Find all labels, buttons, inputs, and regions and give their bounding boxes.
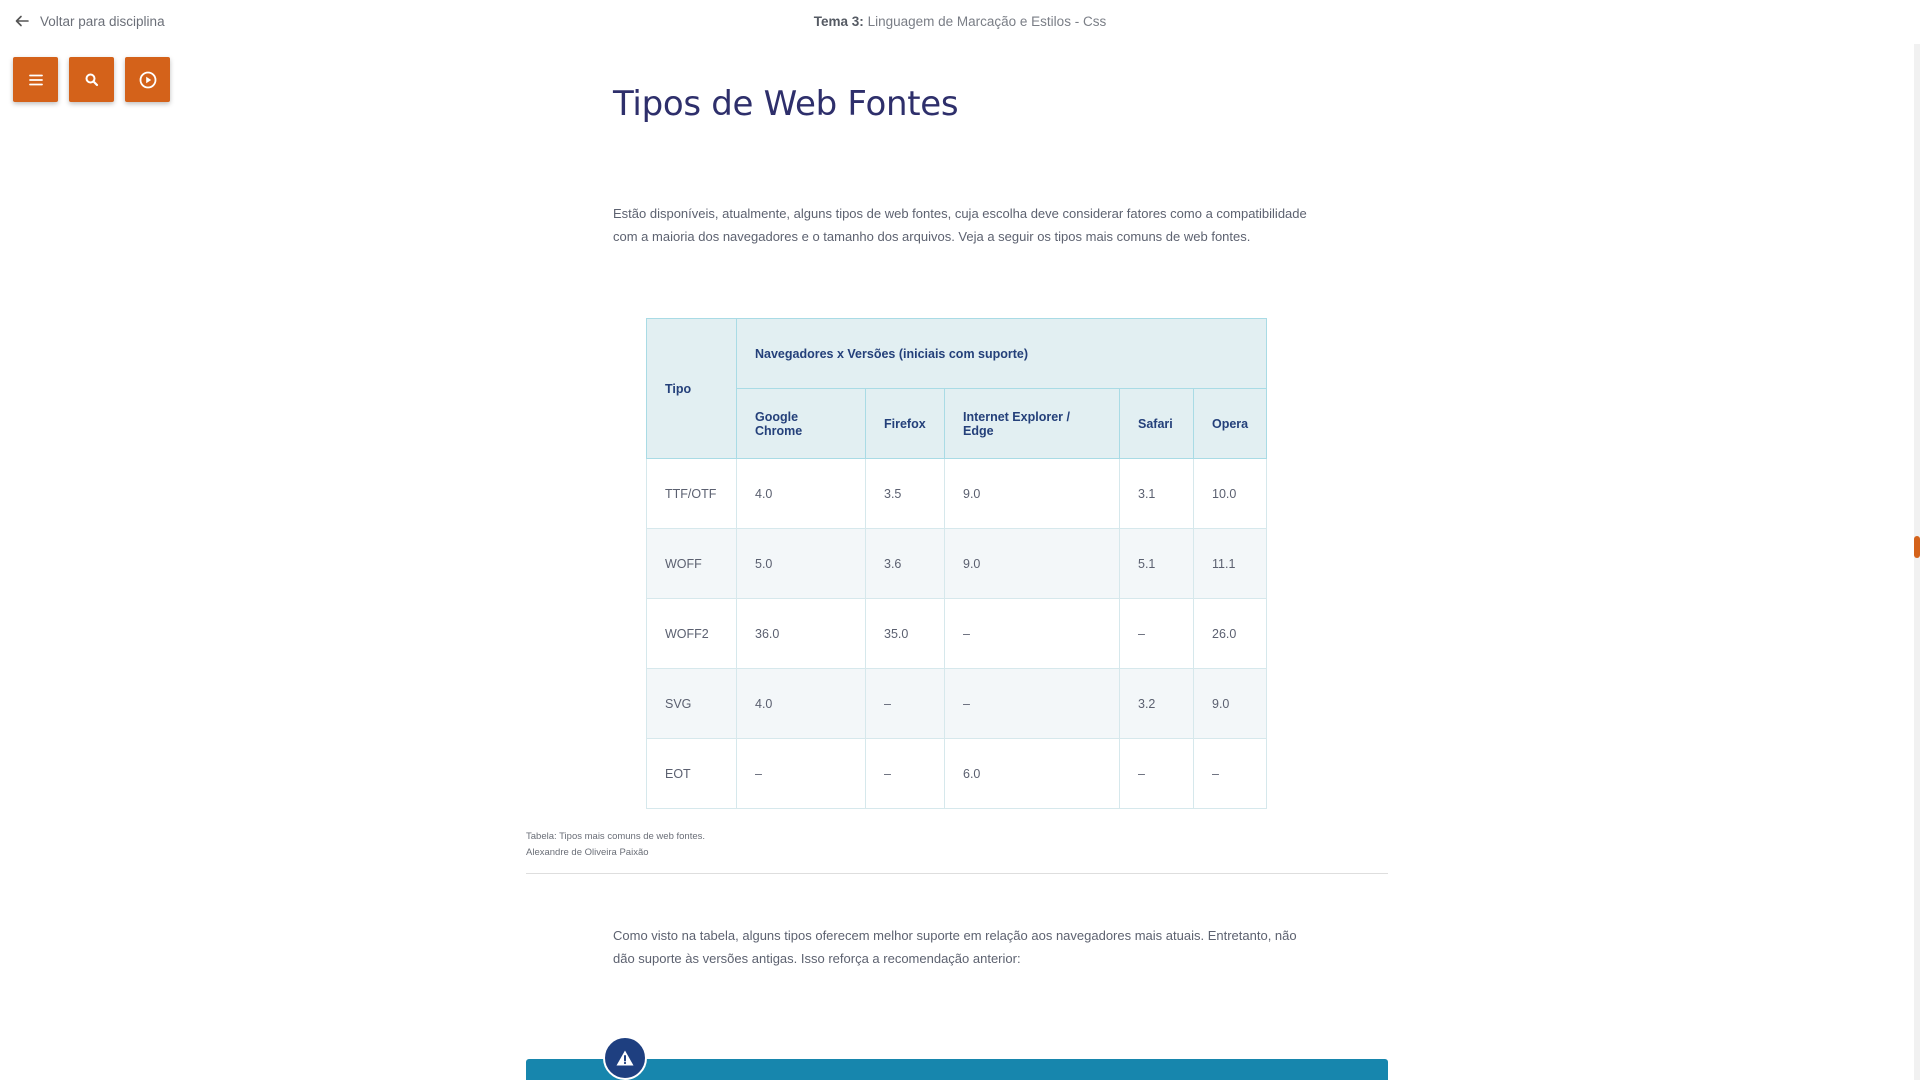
header-opera: Opera: [1192, 388, 1268, 459]
divider: [526, 873, 1388, 874]
scrollbar-thumb[interactable]: [1914, 536, 1920, 558]
search-button[interactable]: [69, 57, 114, 102]
table-cell: 11.1: [1192, 528, 1268, 599]
table-cell: 36.0: [736, 598, 866, 669]
header-browsers-group: Navegadores x Versões (iniciais com supo…: [735, 318, 1268, 389]
table-cell: 6.0: [944, 738, 1120, 809]
search-icon: [85, 73, 98, 86]
page: Voltar para disciplina Tema 3: Linguagem…: [0, 0, 1920, 1080]
table-cell: EOT: [646, 738, 737, 809]
header-firefox: Firefox: [865, 388, 945, 459]
table-cell: 3.2: [1119, 668, 1194, 739]
table-cell: –: [944, 598, 1120, 669]
table-cell: 10.0: [1192, 458, 1268, 529]
table-cell: 4.0: [736, 668, 866, 739]
table-cell: 3.5: [865, 458, 945, 529]
table-cell: 9.0: [944, 528, 1120, 599]
table-cell: –: [1119, 738, 1194, 809]
table-row: EOT – – 6.0 – –: [646, 738, 1268, 809]
table-caption: Tabela: Tipos mais comuns de web fontes.…: [526, 829, 705, 861]
menu-button[interactable]: [13, 57, 58, 102]
table-cell: 9.0: [1192, 668, 1268, 739]
topic-name: Linguagem de Marcação e Estilos - Css: [867, 14, 1107, 29]
scrollbar-track[interactable]: [1914, 44, 1920, 1080]
caption-author: Alexandre de Oliveira Paixão: [526, 847, 649, 858]
after-table-paragraph: Como visto na tabela, alguns tipos ofere…: [613, 928, 1297, 966]
topic-prefix: Tema 3:: [813, 14, 864, 29]
table-row: WOFF2 36.0 35.0 – – 26.0: [646, 598, 1268, 669]
table-cell: SVG: [646, 668, 737, 739]
play-circle-icon: [139, 71, 156, 88]
caption-title: Tabela: Tipos mais comuns de web fontes.: [526, 831, 706, 842]
table-cell: 3.6: [865, 528, 945, 599]
table-cell: 5.0: [736, 528, 866, 599]
play-button[interactable]: [125, 57, 170, 102]
table-cell: –: [865, 738, 945, 809]
table-row: WOFF 5.0 3.6 9.0 5.1 11.1: [646, 528, 1268, 599]
table-cell: 3.1: [1119, 458, 1194, 529]
header-tipo: Tipo: [646, 318, 737, 459]
alert-box: [526, 1059, 1388, 1080]
table-cell: –: [865, 668, 945, 739]
table-cell: –: [736, 738, 866, 809]
page-title: Tipos de Web Fontes: [613, 84, 959, 124]
menu-icon: [28, 74, 43, 85]
table-cell: –: [944, 668, 1120, 739]
header-chrome: Google Chrome: [736, 388, 866, 459]
table-row: TTF/OTF 4.0 3.5 9.0 3.1 10.0: [646, 458, 1268, 529]
intro-paragraph: Estão disponíveis, atualmente, alguns ti…: [613, 206, 1307, 244]
table-cell: 35.0: [865, 598, 945, 669]
table-cell: 5.1: [1119, 528, 1194, 599]
warning-icon: [616, 1050, 634, 1066]
web-fonts-table: Tipo Navegadores x Versões (iniciais com…: [646, 318, 1268, 809]
table-cell: WOFF2: [646, 598, 737, 669]
table-cell: 26.0: [1192, 598, 1268, 669]
table-cell: –: [1119, 598, 1194, 669]
table-cell: –: [1192, 738, 1268, 809]
table-cell: WOFF: [646, 528, 737, 599]
table-row: SVG 4.0 – – 3.2 9.0: [646, 668, 1268, 739]
header-ie-edge: Internet Explorer / Edge: [944, 388, 1120, 459]
table-cell: 9.0: [944, 458, 1120, 529]
table-cell: 4.0: [736, 458, 866, 529]
table-cell: TTF/OTF: [646, 458, 737, 529]
alert-badge: [603, 1036, 647, 1080]
header-safari: Safari: [1119, 388, 1194, 459]
topic-title: Tema 3: Linguagem de Marcação e Estilos …: [0, 14, 1920, 29]
